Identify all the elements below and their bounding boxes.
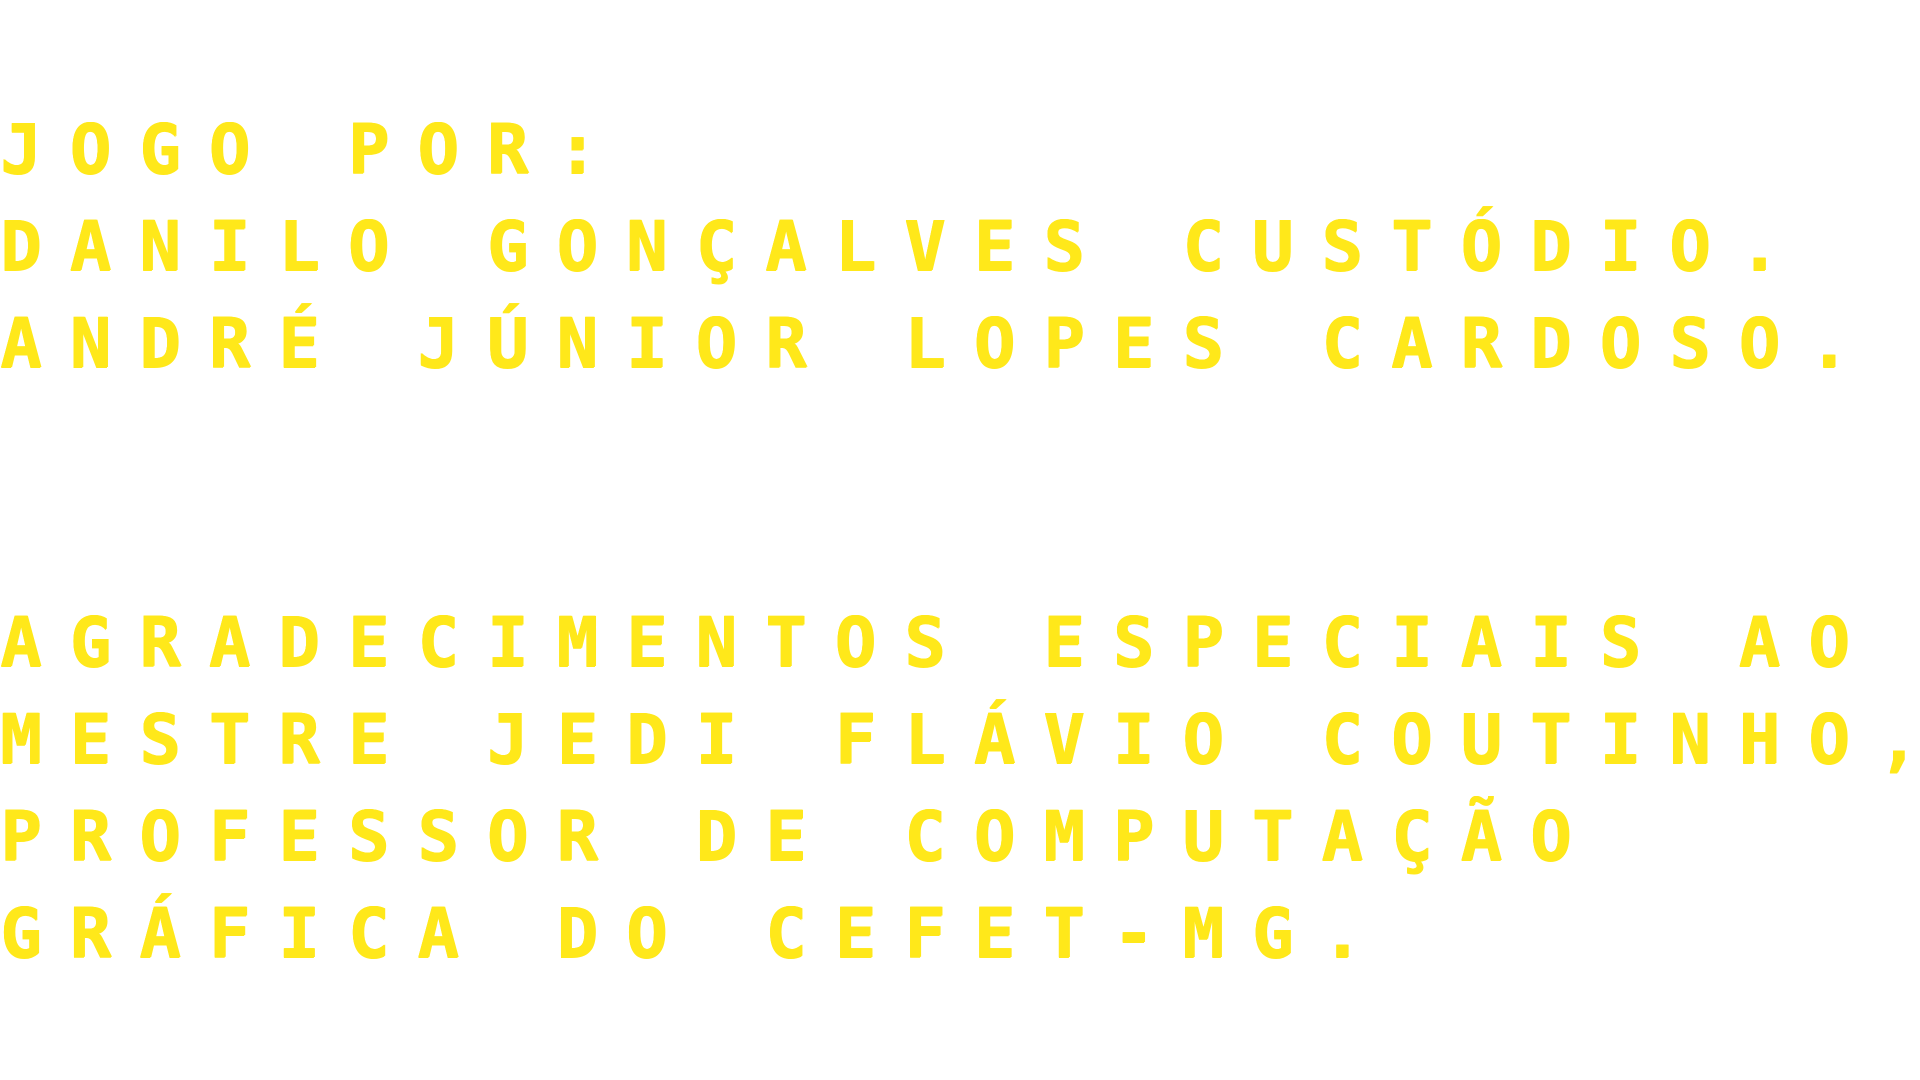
thanks-line: AGRADECIMENTOS ESPECIAIS AO bbox=[0, 603, 1878, 683]
author-name: ANDRÉ JÚNIOR LOPES CARDOSO. bbox=[0, 304, 1878, 384]
thanks-line: PROFESSOR DE COMPUTAÇÃO bbox=[0, 797, 1600, 877]
author-name: DANILO GONÇALVES CUSTÓDIO. bbox=[0, 207, 1809, 287]
credits-heading: JOGO POR: bbox=[0, 110, 626, 190]
thanks-line: MESTRE JEDI FLÁVIO COUTINHO, bbox=[0, 700, 1920, 780]
special-thanks-section: AGRADECIMENTOS ESPECIAIS AO MESTRE JEDI … bbox=[0, 595, 1920, 983]
credits-screen: JOGO POR: DANILO GONÇALVES CUSTÓDIO. AND… bbox=[0, 0, 1920, 1080]
thanks-line: GRÁFICA DO CEFET-MG. bbox=[0, 894, 1391, 974]
authors-section: JOGO POR: DANILO GONÇALVES CUSTÓDIO. AND… bbox=[0, 102, 1920, 393]
